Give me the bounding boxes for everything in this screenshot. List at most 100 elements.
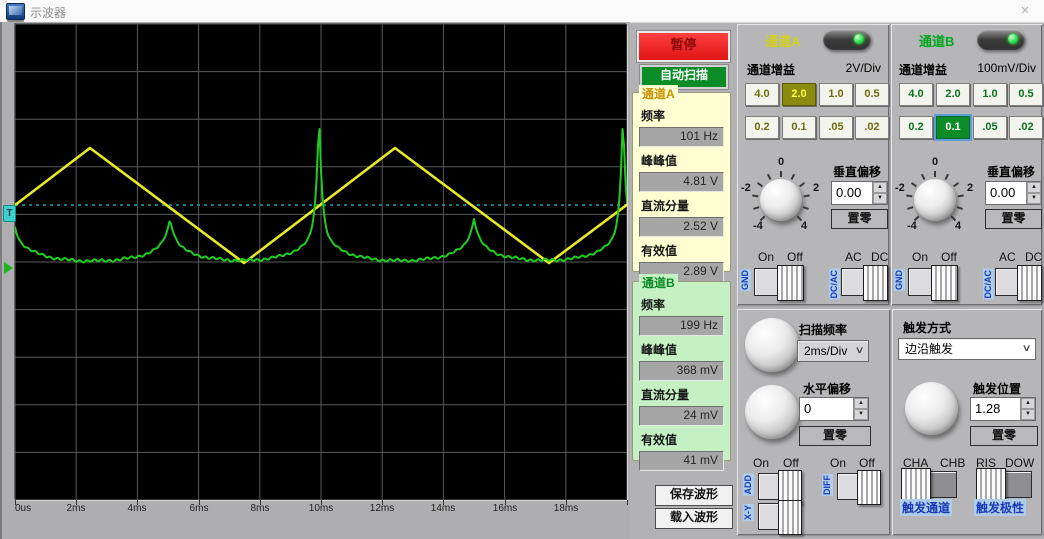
knob-scale-label: 4 [801,220,807,232]
load-waveform-button[interactable]: 载入波形 [655,508,733,529]
vertical-offset-knob[interactable] [760,179,802,221]
knob-tick [799,182,805,187]
coupling-tag: DC/AC [829,269,840,300]
switch-handle[interactable] [931,265,958,301]
save-waveform-button[interactable]: 保存波形 [655,485,733,506]
spin-up-icon[interactable]: ▲ [1027,182,1041,193]
gain-button[interactable]: .02 [855,116,889,139]
gain-button[interactable]: .05 [973,116,1007,139]
trigger-position-spinner[interactable]: 1.28 ▲▼ [970,397,1036,421]
gain-button[interactable]: 0.2 [899,116,933,139]
off-label: Off [859,456,875,470]
switch-handle[interactable] [976,468,1006,503]
spin-down-icon[interactable]: ▼ [1021,409,1035,420]
gain-button[interactable]: .02 [1009,116,1043,139]
vertical-offset-spinner[interactable]: 0.00 ▲▼ [985,181,1042,205]
gain-button[interactable]: .05 [819,116,853,139]
x-axis-tick [137,500,138,505]
gain-button-selected[interactable]: 2.0 [782,83,816,106]
vertical-offset-zero-button[interactable]: 置零 [831,209,888,229]
gain-button[interactable]: 1.0 [819,83,853,106]
channel-b-coupling-switch[interactable] [995,268,1042,296]
switch-handle[interactable] [857,470,881,505]
frequency-value: 101 Hz [639,127,724,147]
channel-b-enable-toggle[interactable] [977,29,1025,50]
ac-label: AC [845,250,862,264]
channel-a-onoff-switch[interactable] [754,268,804,296]
channel-b-onoff-switch[interactable] [908,268,958,296]
dc-component-value: 2.52 V [639,217,724,237]
knob-scale-label: 4 [955,220,961,232]
meas-label: 频率 [641,296,724,313]
meas-label: 有效值 [641,431,724,448]
sweep-rate-knob[interactable] [745,318,799,372]
knob-tick [803,206,809,210]
horizontal-offset-spinner[interactable]: 0 ▲▼ [799,397,869,421]
x-axis-tick [566,500,567,505]
trigger-position-label: 触发位置 [973,380,1021,397]
vertical-offset-label: 垂直偏移 [987,163,1035,180]
gain-button[interactable]: 4.0 [899,83,933,106]
crt-display [15,24,627,500]
gain-button[interactable]: 0.5 [1009,83,1043,106]
spin-up-icon[interactable]: ▲ [1021,398,1035,409]
frequency-value: 199 Hz [639,316,724,336]
trigger-channel-tag: 触发通道 [900,499,952,516]
dow-label: DOW [1005,456,1034,470]
vertical-offset-zero-button[interactable]: 置零 [985,209,1042,229]
coupling-tag: DC/AC [983,269,994,300]
trigger-channel-switch[interactable] [901,471,957,498]
switch-handle[interactable] [863,265,888,301]
gain-button[interactable]: 0.5 [855,83,889,106]
knob-scale-label: 0 [778,156,784,168]
switch-handle[interactable] [1017,265,1042,301]
knob-scale-label: 2 [813,182,819,194]
gain-button[interactable]: 2.0 [936,83,970,106]
trigger-mode-dropdown[interactable]: 边沿触发 ∨ [898,338,1036,360]
gain-button[interactable]: 4.0 [745,83,779,106]
knob-scale-label: -2 [895,182,905,194]
trigger-position-knob[interactable] [905,382,958,435]
xy-switch[interactable] [758,503,802,530]
diff-switch[interactable] [837,473,881,500]
gain-button-selected[interactable]: 0.1 [936,116,970,139]
horizontal-offset-knob[interactable] [745,385,799,439]
horizontal-offset-zero-button[interactable]: 置零 [799,426,871,446]
gain-button[interactable]: 0.2 [745,116,779,139]
gain-button[interactable]: 0.1 [782,116,816,139]
spin-down-icon[interactable]: ▼ [873,193,887,204]
knob-scale-label: -4 [907,220,917,232]
vertical-offset-spinner[interactable]: 0.00 ▲▼ [831,181,888,205]
spin-up-icon[interactable]: ▲ [854,398,868,409]
add-switch[interactable] [758,473,802,500]
off-label: Off [787,250,803,264]
trigger-position-zero-button[interactable]: 置零 [970,426,1038,446]
gain-per-div-value: 100mV/Div [977,61,1036,75]
trigger-level-marker[interactable]: T [3,205,16,222]
knob-tick [906,194,912,197]
trigger-polarity-switch[interactable] [976,471,1032,498]
sweep-rate-dropdown[interactable]: 2ms/Div ∨ [797,340,869,362]
gain-button[interactable]: 1.0 [973,83,1007,106]
knob-tick [911,182,917,187]
vertical-offset-knob[interactable] [914,179,956,221]
switch-handle[interactable] [777,265,804,301]
measurement-column: 暂停 自动扫描 通道A 频率 101 Hz 峰峰值 4.81 V 直流分量 2.… [628,22,735,539]
on-label: On [758,250,774,264]
close-icon[interactable]: × [1016,2,1034,20]
pause-button[interactable]: 暂停 [637,31,730,62]
meas-label: 直流分量 [641,197,724,214]
ground-marker-icon[interactable] [4,262,13,274]
dc-label: DC [1025,250,1042,264]
on-label: On [830,456,846,470]
switch-handle[interactable] [901,468,931,503]
switch-handle[interactable] [778,500,802,535]
spin-down-icon[interactable]: ▼ [1027,193,1041,204]
spin-down-icon[interactable]: ▼ [854,409,868,420]
x-axis-tick [505,500,506,505]
waveform-plot [15,24,627,500]
spin-up-icon[interactable]: ▲ [873,182,887,193]
horizontal-offset-label: 水平偏移 [803,380,851,397]
channel-a-enable-toggle[interactable] [823,29,871,50]
channel-a-coupling-switch[interactable] [841,268,888,296]
